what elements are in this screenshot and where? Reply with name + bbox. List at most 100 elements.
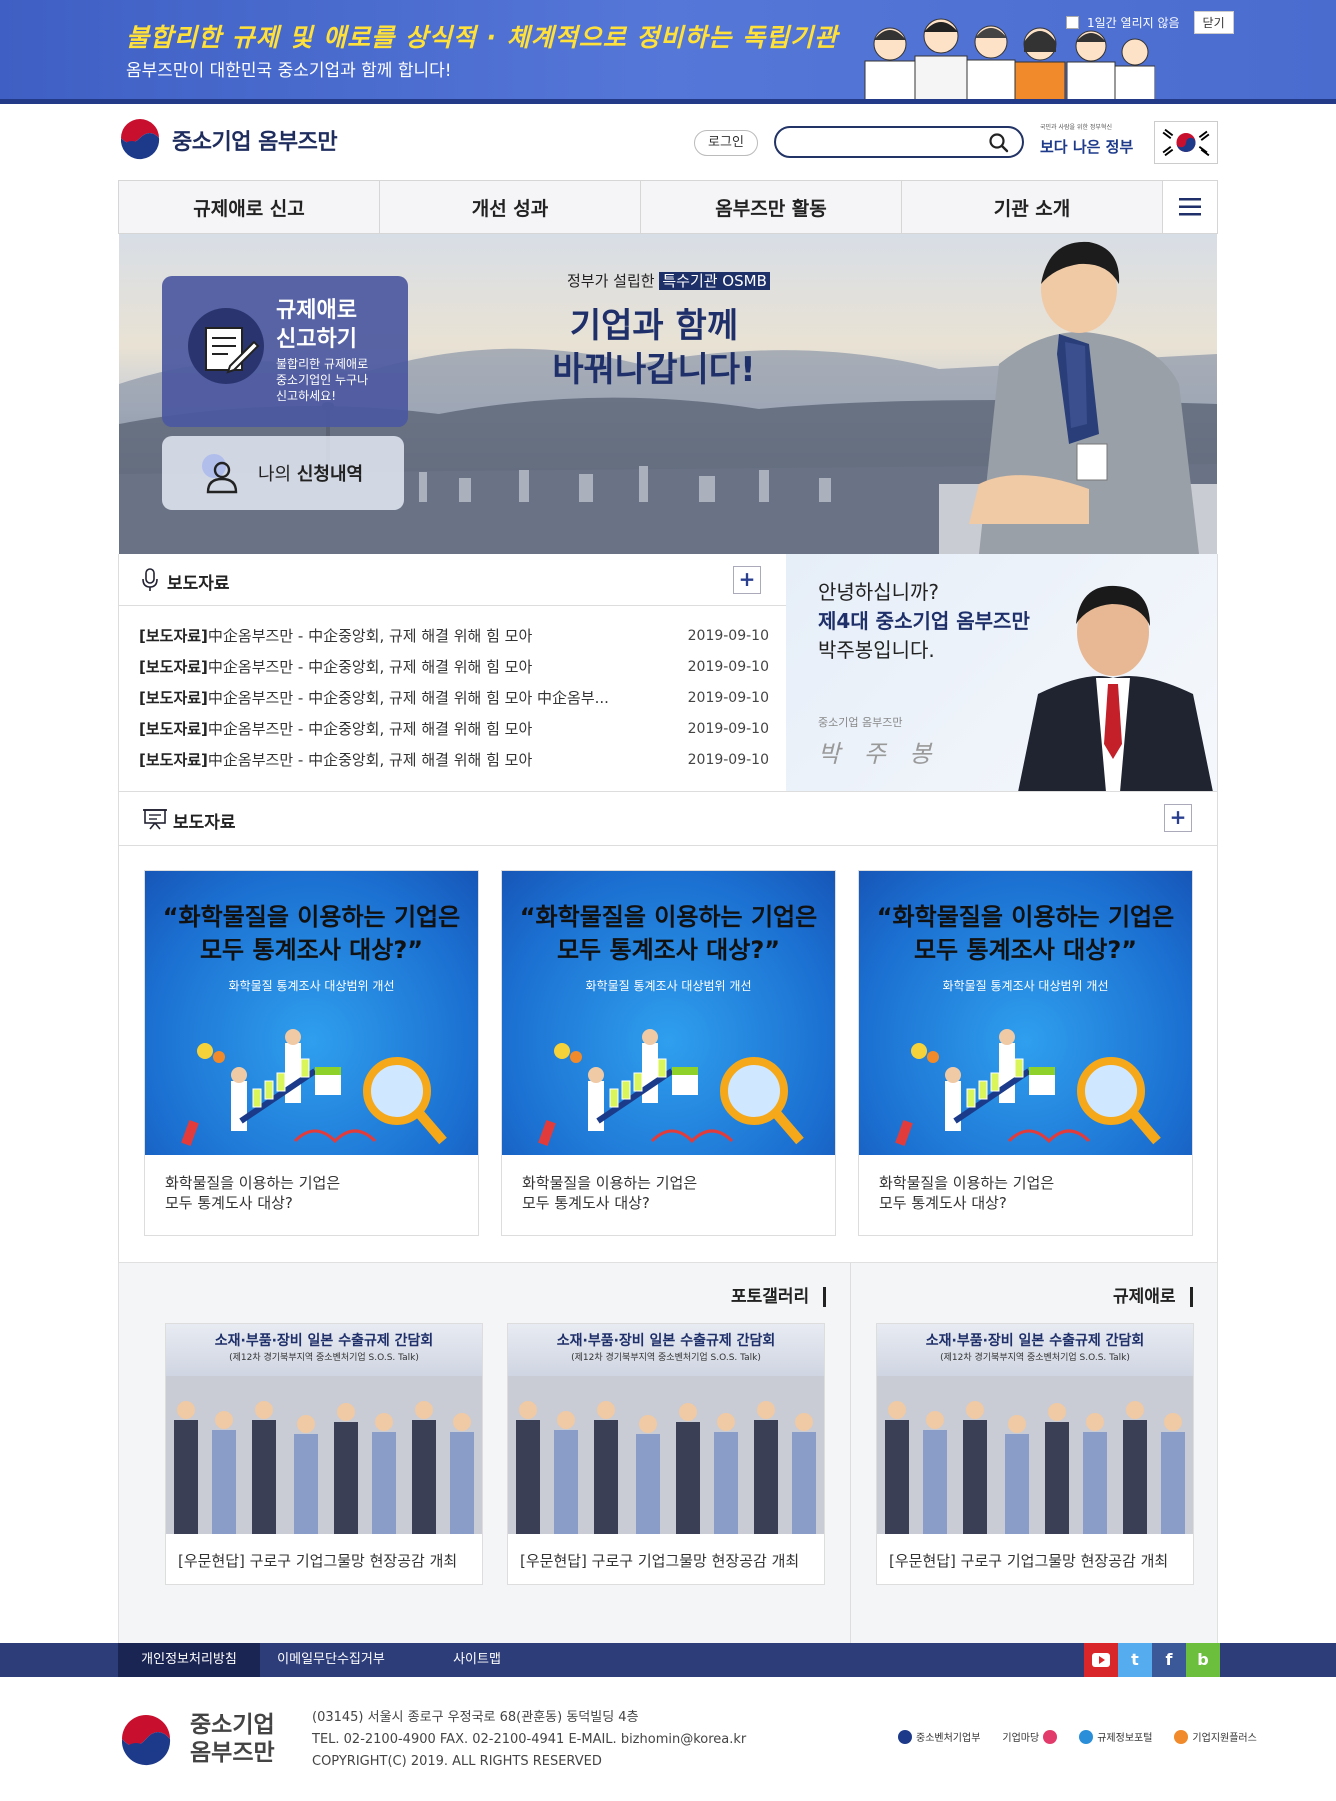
banner-headline: 불합리한 규제 및 애로를 상식적 · 체계적으로 정비하는 독립기관 bbox=[126, 23, 839, 52]
gov-slogan-small: 국민과 사람을 위한 정부혁신 bbox=[1040, 124, 1112, 131]
card-news-title: 보도자료 bbox=[173, 813, 236, 833]
card-image-subtitle: 화학물질 통계조사 대상범위 개선 bbox=[942, 979, 1109, 993]
card-news-section: 보도자료 + “화학물질을 이용하는 기업은 모두 통계조사 대상?” 화학물질 … bbox=[118, 792, 1218, 1262]
gallery-section: 포토갤러리 규제애로 소재·부품·장비 일본 수출규제 간담회 (제12차 경기… bbox=[118, 1262, 1218, 1644]
partner-bizinfo-link[interactable]: 기업마당 bbox=[1002, 1729, 1058, 1744]
gov-slogan-logo[interactable]: 국민과 사람을 위한 정부혁신 보다 나은 정부 bbox=[1040, 122, 1136, 162]
document-pen-icon bbox=[188, 308, 264, 384]
site-footer: 중소기업 옴부즈만 (03145) 서울시 종로구 우정국로 68(관훈동) 동… bbox=[0, 1677, 1336, 1801]
nav-about[interactable]: 기관 소개 bbox=[902, 181, 1163, 233]
hero-banner: 규제애로 신고하기 불합리한 규제애로 중소기업인 누구나 신고하세요! 나의 … bbox=[119, 234, 1217, 554]
search-box bbox=[774, 126, 1024, 158]
list-item[interactable]: [보도자료]中企옴부즈만 - 中企중앙회, 규제 해결 위해 힘 모아 2019-… bbox=[139, 744, 769, 775]
card-news-image: “화학물질을 이용하는 기업은 모두 통계조사 대상?” 화학물질 통계조사 대상… bbox=[502, 871, 835, 1155]
hide-today-label: 1일간 열리지 않음 bbox=[1087, 16, 1180, 30]
gallery-photo: 소재·부품·장비 일본 수출규제 간담회 (제12차 경기북부지역 중소벤처기업… bbox=[877, 1324, 1193, 1534]
gov-slogan-text: 보다 나은 정부 bbox=[1040, 138, 1134, 156]
chemistry-illustration bbox=[181, 1029, 447, 1146]
list-item[interactable]: [보도자료]中企옴부즈만 - 中企중앙회, 규제 해결 위해 힘 모아 2019-… bbox=[139, 620, 769, 651]
card-news-more-button[interactable]: + bbox=[1164, 804, 1192, 832]
report-title: 규제애로 신고하기 bbox=[276, 298, 357, 352]
card-news-item[interactable]: “화학물질을 이용하는 기업은 모두 통계조사 대상?” 화학물질 통계조사 대상… bbox=[858, 870, 1193, 1236]
regulation-report-button[interactable]: 규제애로 신고하기 불합리한 규제애로 중소기업인 누구나 신고하세요! bbox=[162, 276, 408, 427]
nav-ombudsman-activity[interactable]: 옴부즈만 활동 bbox=[641, 181, 902, 233]
group-photo-people bbox=[877, 1376, 1193, 1534]
greeting-text: 안녕하십니까? 제4대 중소기업 옴부즈만 박주봉입니다. bbox=[818, 580, 1030, 662]
group-photo-people bbox=[166, 1376, 482, 1534]
nav-improvement-results[interactable]: 개선 성과 bbox=[380, 181, 641, 233]
hero-title: 기업과 함께 바꿔나갑니다! bbox=[552, 306, 756, 390]
youtube-icon[interactable] bbox=[1084, 1643, 1118, 1677]
greeting-role: 중소기업 옴부즈만 bbox=[818, 716, 903, 729]
login-button[interactable]: 로그인 bbox=[694, 130, 758, 156]
card-news-header: 보도자료 + bbox=[119, 792, 1217, 846]
presentation-board-icon bbox=[143, 809, 167, 830]
footer-contact: TEL. 02-2100-4900 FAX. 02-2100-4941 E-MA… bbox=[312, 1732, 747, 1747]
search-input[interactable] bbox=[790, 132, 980, 152]
photo-gallery-item[interactable]: 소재·부품·장비 일본 수출규제 간담회 (제12차 경기북부지역 중소벤처기업… bbox=[165, 1323, 483, 1585]
partner-support-plus-link[interactable]: 기업지원플러스 bbox=[1174, 1729, 1257, 1744]
my-application-button[interactable]: 나의 신청내역 bbox=[162, 436, 404, 510]
logo-text: 중소기업 옴부즈만 bbox=[172, 130, 338, 155]
press-release-section: 보도자료 + [보도자료]中企옴부즈만 - 中企중앙회, 규제 해결 위해 힘 … bbox=[118, 554, 787, 792]
card-image-title: “화학물질을 이용하는 기업은 모두 통계조사 대상?” bbox=[519, 903, 818, 964]
all-menu-button[interactable] bbox=[1163, 181, 1217, 233]
press-release-title: 보도자료 bbox=[167, 574, 230, 594]
photo-gallery-title[interactable]: 포토갤러리 bbox=[731, 1287, 827, 1307]
gallery-caption: [우문현답] 구로구 기업그물망 현장공감 개최 bbox=[520, 1552, 800, 1570]
regulation-item[interactable]: 소재·부품·장비 일본 수출규제 간담회 (제12차 경기북부지역 중소벤처기업… bbox=[876, 1323, 1194, 1585]
search-icon[interactable] bbox=[988, 132, 1010, 154]
list-item[interactable]: [보도자료]中企옴부즈만 - 中企중앙회, 규제 해결 위해 힘 모아 2019-… bbox=[139, 713, 769, 744]
gallery-caption: [우문현답] 구로구 기업그물망 현장공감 개최 bbox=[889, 1552, 1169, 1570]
card-news-caption: 화학물질을 이용하는 기업은 모두 통계도사 대상? bbox=[879, 1174, 1055, 1212]
email-refuse-link[interactable]: 이메일무단수집거부 bbox=[260, 1643, 402, 1677]
card-image-title: “화학물질을 이용하는 기업은 모두 통계조사 대상?” bbox=[162, 903, 461, 964]
top-banner: 불합리한 규제 및 애로를 상식적 · 체계적으로 정비하는 독립기관 옴부즈만… bbox=[0, 0, 1336, 104]
partner-mss-link[interactable]: 중소벤처기업부 bbox=[898, 1729, 980, 1744]
twitter-icon[interactable]: t bbox=[1118, 1643, 1152, 1677]
partner-links: 중소벤처기업부 기업마당 규제정보포털 기업지원플러스 bbox=[898, 1729, 1257, 1744]
facebook-icon[interactable]: f bbox=[1152, 1643, 1186, 1677]
card-news-image: “화학물질을 이용하는 기업은 모두 통계조사 대상?” 화학물질 통계조사 대상… bbox=[145, 871, 478, 1155]
chemistry-illustration bbox=[538, 1029, 804, 1146]
card-image-subtitle: 화학물질 통계조사 대상범위 개선 bbox=[585, 979, 752, 993]
gallery-photo: 소재·부품·장비 일본 수출규제 간담회 (제12차 경기북부지역 중소벤처기업… bbox=[166, 1324, 482, 1534]
footer-logo-text: 중소기업 옴부즈만 bbox=[190, 1712, 275, 1766]
press-release-more-button[interactable]: + bbox=[733, 566, 761, 594]
photo-banner: 소재·부품·장비 일본 수출규제 간담회 (제12차 경기북부지역 중소벤처기업… bbox=[508, 1324, 824, 1376]
card-news-caption: 화학물질을 이용하는 기업은 모두 통계도사 대상? bbox=[522, 1174, 698, 1212]
footer-info: (03145) 서울시 종로구 우정국로 68(관훈동) 동덕빌딩 4층 TEL… bbox=[312, 1707, 746, 1773]
regulation-title[interactable]: 규제애로 bbox=[1113, 1287, 1193, 1307]
korea-flag-icon[interactable] bbox=[1154, 121, 1218, 164]
ombudsman-greeting[interactable]: 안녕하십니까? 제4대 중소기업 옴부즈만 박주봉입니다. 중소기업 옴부즈만 … bbox=[786, 554, 1218, 792]
nav-regulation-report[interactable]: 규제애로 신고 bbox=[119, 181, 380, 233]
card-news-item[interactable]: “화학물질을 이용하는 기업은 모두 통계조사 대상?” 화학물질 통계조사 대상… bbox=[501, 870, 836, 1236]
ombudsman-portrait bbox=[1018, 585, 1213, 791]
partner-regulation-portal-link[interactable]: 규제정보포털 bbox=[1079, 1729, 1152, 1744]
card-news-caption: 화학물질을 이용하는 기업은 모두 통계도사 대상? bbox=[165, 1174, 341, 1212]
user-icon bbox=[202, 454, 238, 494]
card-image-subtitle: 화학물질 통계조사 대상범위 개선 bbox=[228, 979, 395, 993]
banner-close-button[interactable]: 닫기 bbox=[1193, 11, 1234, 34]
press-release-list: [보도자료]中企옴부즈만 - 中企중앙회, 규제 해결 위해 힘 모아 2019-… bbox=[139, 620, 769, 775]
list-item[interactable]: [보도자료]中企옴부즈만 - 中企중앙회, 규제 해결 위해 힘 모아 中企옴부… bbox=[139, 682, 769, 713]
microphone-icon bbox=[142, 568, 158, 591]
blog-icon[interactable]: b bbox=[1186, 1643, 1220, 1677]
card-news-item[interactable]: “화학물질을 이용하는 기업은 모두 통계조사 대상?” 화학물질 통계조사 대상… bbox=[144, 870, 479, 1236]
my-application-label: 나의 신청내역 bbox=[258, 464, 364, 485]
site-logo[interactable]: 중소기업 옴부즈만 bbox=[118, 118, 338, 162]
photo-gallery-item[interactable]: 소재·부품·장비 일본 수출규제 간담회 (제12차 경기북부지역 중소벤처기업… bbox=[507, 1323, 825, 1585]
footer-copyright: COPYRIGHT(C) 2019. ALL RIGHTS RESERVED bbox=[312, 1754, 602, 1769]
card-news-image: “화학물질을 이용하는 기업은 모두 통계조사 대상?” 화학물질 통계조사 대상… bbox=[859, 871, 1192, 1155]
gallery-photo: 소재·부품·장비 일본 수출규제 간담회 (제12차 경기북부지역 중소벤처기업… bbox=[508, 1324, 824, 1534]
sitemap-link[interactable]: 사이트맵 bbox=[402, 1643, 552, 1677]
main-navigation: 규제애로 신고 개선 성과 옴부즈만 활동 기관 소개 bbox=[118, 180, 1218, 234]
footer-address: (03145) 서울시 종로구 우정국로 68(관훈동) 동덕빌딩 4층 bbox=[312, 1710, 639, 1725]
hide-today-checkbox[interactable] bbox=[1066, 16, 1079, 29]
banner-subline: 옴부즈만이 대한민국 중소기업과 함께 합니다! bbox=[126, 61, 452, 81]
photo-banner: 소재·부품·장비 일본 수출규제 간담회 (제12차 경기북부지역 중소벤처기업… bbox=[166, 1324, 482, 1376]
list-item[interactable]: [보도자료]中企옴부즈만 - 中企중앙회, 규제 해결 위해 힘 모아 2019-… bbox=[139, 651, 769, 682]
korea-emblem-icon bbox=[119, 119, 161, 161]
hero-man-illustration bbox=[939, 241, 1217, 554]
privacy-policy-link[interactable]: 개인정보처리방침 bbox=[118, 1643, 260, 1677]
